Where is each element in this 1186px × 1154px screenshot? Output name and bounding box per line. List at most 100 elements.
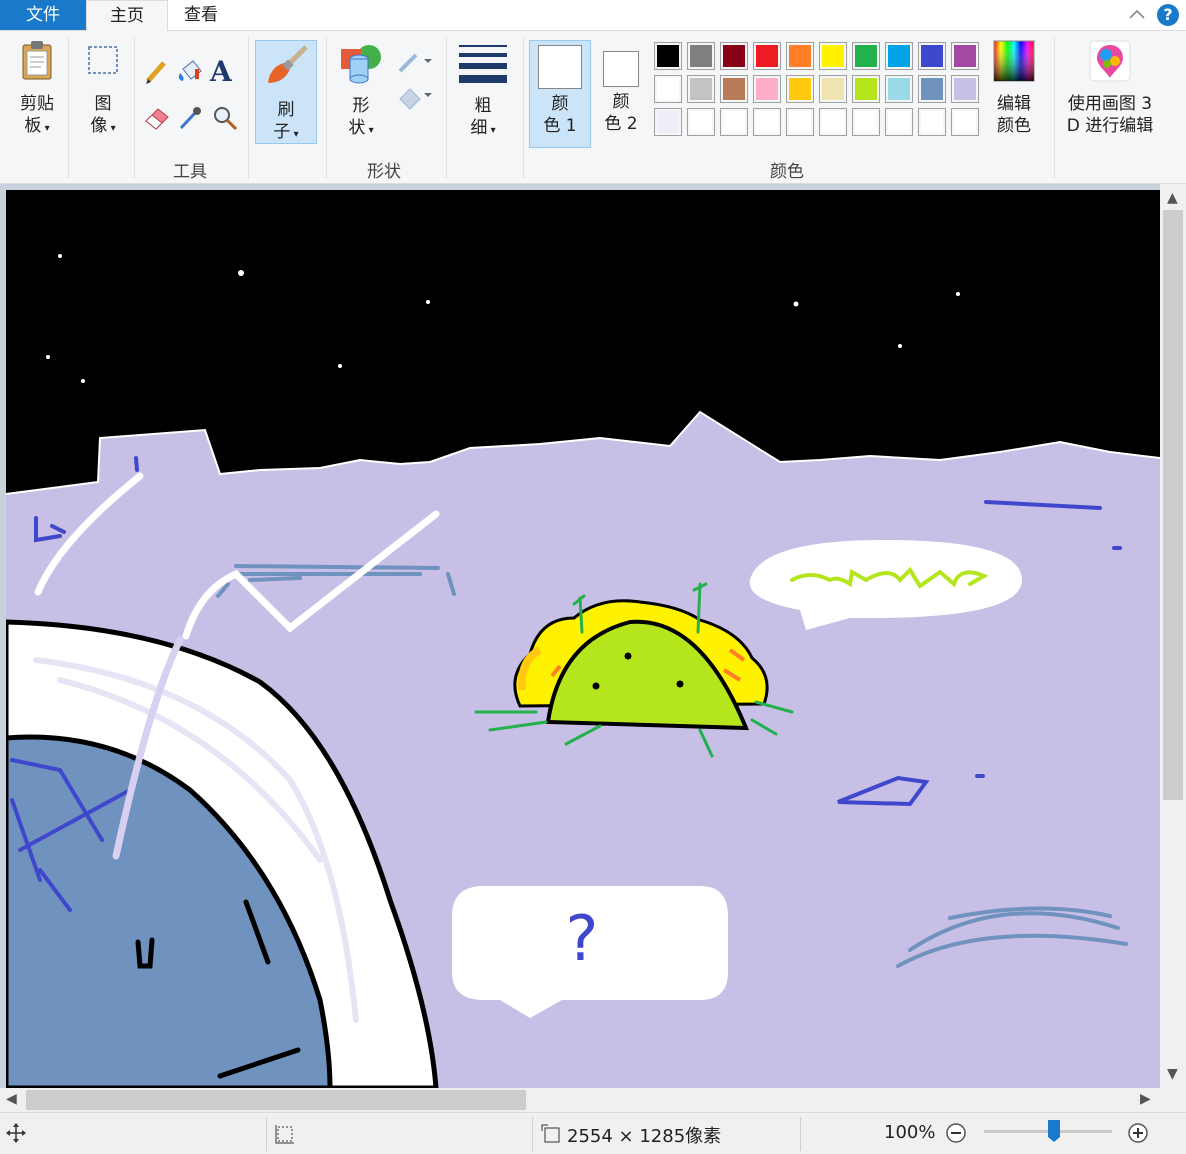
palette-swatch[interactable] [654,42,682,70]
tab-view[interactable]: 查看 [166,0,236,30]
brush-icon [268,45,308,83]
clipboard-label-2: 板 [24,116,42,136]
line-width-icon [459,45,507,83]
selection-size-icon [275,1125,294,1144]
clipboard-icon [22,41,52,80]
palette-swatch-color [723,111,745,133]
scroll-corner [1160,1088,1186,1112]
palette-swatch[interactable] [918,75,946,103]
palette-swatch[interactable] [819,75,847,103]
palette-swatch[interactable] [819,108,847,136]
palette-swatch[interactable] [654,108,682,136]
brushes-button[interactable]: 刷 子 ▾ [255,40,317,144]
eraser-icon[interactable] [142,103,172,133]
palette-swatch[interactable] [885,75,913,103]
edit-colors-label-2: 颜色 [997,116,1031,136]
shapes-button[interactable]: 形 状 ▾ [334,39,388,142]
select-icon [88,46,118,74]
palette-swatch-color [921,45,943,67]
palette-swatch[interactable] [786,108,814,136]
palette-swatch[interactable] [720,75,748,103]
rainbow-palette-icon [993,40,1035,82]
palette-swatch[interactable] [687,108,715,136]
palette-swatch[interactable] [918,108,946,136]
outline-icon[interactable] [396,47,436,77]
horizontal-scroll-thumb[interactable] [26,1090,526,1110]
drawing-canvas[interactable]: ? [6,190,1160,1088]
fill-bucket-icon[interactable] [175,57,205,87]
palette-swatch[interactable] [885,108,913,136]
palette-swatch[interactable] [819,42,847,70]
palette-swatch-color [789,45,811,67]
edit-colors-label-1: 编辑 [997,94,1031,114]
fill-icon[interactable] [396,81,436,111]
size-button[interactable]: 粗 细 ▾ [452,39,514,142]
scroll-right-icon[interactable]: ▶ [1140,1091,1151,1107]
palette-swatch-color [855,45,877,67]
palette-swatch-color [657,111,679,133]
horizontal-scrollbar[interactable]: ◀ ▶ [0,1088,1160,1112]
image-size-icon [541,1124,560,1143]
palette-swatch-color [921,111,943,133]
palette-swatch[interactable] [951,75,979,103]
palette-swatch-color [723,78,745,100]
zoom-out-icon[interactable] [945,1122,967,1144]
palette-swatch[interactable] [852,75,880,103]
palette-swatch[interactable] [753,108,781,136]
palette-swatch-color [690,45,712,67]
palette-swatch-color [723,45,745,67]
paint3d-button[interactable]: 使用画图 3 D 进行编辑 [1060,39,1160,137]
palette-swatch[interactable] [753,75,781,103]
color2-button[interactable]: 颜 色 2 [594,39,648,135]
collapse-ribbon-icon[interactable] [1126,5,1148,25]
palette-swatch[interactable] [753,42,781,70]
colors-group-label: 颜色 [770,162,804,182]
zoom-slider-thumb[interactable] [1047,1119,1061,1143]
pencil-icon[interactable] [142,57,172,87]
vertical-scroll-thumb[interactable] [1163,210,1183,800]
palette-swatch[interactable] [852,42,880,70]
clipboard-button[interactable]: 剪贴 板 ▾ [8,39,66,140]
image-dimensions: 2554 × 1285像素 [567,1126,722,1147]
tab-file[interactable]: 文件 [0,0,86,30]
magnifier-icon[interactable] [210,103,240,133]
text-icon[interactable]: A [210,55,240,88]
vertical-scrollbar[interactable]: ▲ ▼ [1160,184,1186,1088]
palette-swatch[interactable] [720,42,748,70]
shapes-icon [341,45,381,84]
palette-swatch[interactable] [654,75,682,103]
palette-swatch[interactable] [687,42,715,70]
palette-swatch-color [954,111,976,133]
palette-swatch[interactable] [720,108,748,136]
tab-home[interactable]: 主页 [86,0,168,32]
palette-swatch[interactable] [951,108,979,136]
palette-swatch[interactable] [885,42,913,70]
palette-swatch[interactable] [951,42,979,70]
palette-swatch[interactable] [918,42,946,70]
zoom-in-icon[interactable] [1127,1122,1149,1144]
palette-swatch-color [855,111,877,133]
palette-swatch[interactable] [687,75,715,103]
palette-swatch-color [888,45,910,67]
image-button[interactable]: 图 像 ▾ [74,39,132,140]
palette-swatch[interactable] [786,42,814,70]
color1-swatch [538,45,582,89]
size-label-1: 粗 [474,96,492,116]
color-picker-icon[interactable] [175,103,205,133]
edit-colors-button[interactable]: 编辑 颜色 [988,39,1040,137]
palette-swatch-color [822,78,844,100]
shapes-group-label: 形状 [367,162,401,182]
scroll-left-icon[interactable]: ◀ [6,1091,17,1107]
color1-label-2: 色 1 [543,116,577,136]
palette-swatch[interactable] [786,75,814,103]
scroll-up-icon[interactable]: ▲ [1167,190,1178,206]
palette-swatch-color [789,111,811,133]
scroll-down-icon[interactable]: ▼ [1167,1066,1178,1082]
shapes-label-2: 状 [348,118,366,138]
help-icon[interactable]: ? [1157,4,1179,26]
color1-button[interactable]: 颜 色 1 [529,40,591,148]
palette-swatch[interactable] [852,108,880,136]
palette-swatch-color [756,78,778,100]
palette-swatch-color [690,111,712,133]
paint3d-icon [1089,40,1131,82]
